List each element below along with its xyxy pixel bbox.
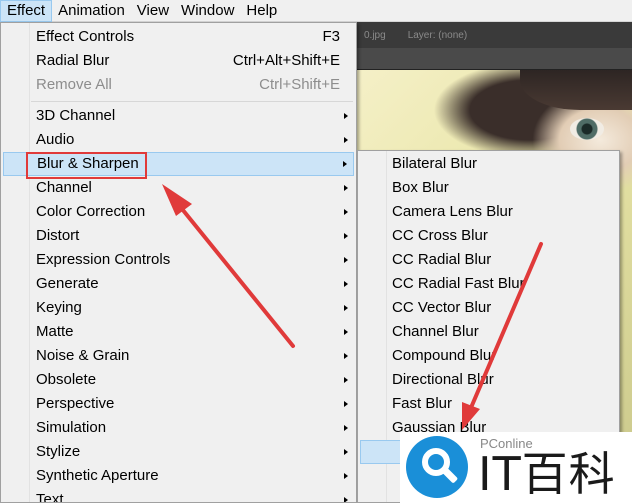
submenu-item-label: CC Vector Blur (392, 299, 492, 316)
submenu-item-box-blur[interactable]: Box Blur (360, 176, 617, 200)
submenu-item-label: Compound Blur (392, 347, 497, 364)
menu-window[interactable]: Window (175, 0, 240, 22)
menu-item-shortcut: Ctrl+Alt+Shift+E (232, 52, 340, 69)
menu-effect[interactable]: Effect (0, 0, 53, 22)
submenu-item-label: CC Radial Fast Blur (392, 275, 525, 292)
submenu-item-camera-lens-blur[interactable]: Camera Lens Blur (360, 200, 617, 224)
menu-item-obsolete[interactable]: Obsolete (3, 368, 354, 392)
menu-item-radial-blur[interactable]: Radial Blur Ctrl+Alt+Shift+E (3, 49, 354, 73)
submenu-item-label: Bilateral Blur (392, 155, 478, 172)
menu-item-label: Distort (36, 227, 80, 244)
layer-label: Layer: (none) (407, 29, 468, 41)
submenu-arrow-icon (343, 161, 347, 167)
submenu-arrow-icon (344, 257, 348, 263)
menu-item-label: Remove All (36, 76, 112, 93)
submenu-item-channel-blur[interactable]: Channel Blur (360, 320, 617, 344)
menu-animation[interactable]: Animation (52, 0, 131, 22)
submenu-arrow-icon (344, 281, 348, 287)
panel-toolbar (350, 48, 632, 70)
submenu-arrow-icon (344, 209, 348, 215)
submenu-arrow-icon (344, 329, 348, 335)
menu-item-matte[interactable]: Matte (3, 320, 354, 344)
menu-item-remove-all: Remove All Ctrl+Shift+E (3, 73, 354, 97)
submenu-arrow-icon (344, 425, 348, 431)
submenu-item-cc-cross-blur[interactable]: CC Cross Blur (360, 224, 617, 248)
submenu-item-label: Box Blur (392, 179, 449, 196)
submenu-item-cc-radial-fast-blur[interactable]: CC Radial Fast Blur (360, 272, 617, 296)
menu-item-label: Channel (36, 179, 92, 196)
effect-menu: Effect Controls F3 Radial Blur Ctrl+Alt+… (0, 22, 357, 503)
submenu-item-label: CC Radial Blur (392, 251, 492, 268)
pconline-logo-icon (406, 436, 468, 498)
submenu-arrow-icon (344, 113, 348, 119)
submenu-arrow-icon (344, 473, 348, 479)
menu-item-label: Color Correction (36, 203, 146, 220)
menu-item-distort[interactable]: Distort (3, 224, 354, 248)
submenu-item-compound-blur[interactable]: Compound Blur (360, 344, 617, 368)
menu-item-shortcut: Ctrl+Shift+E (259, 76, 340, 93)
submenu-arrow-icon (344, 497, 348, 502)
menu-separator (31, 101, 353, 102)
menu-item-expression-controls[interactable]: Expression Controls (3, 248, 354, 272)
menu-item-label: Stylize (36, 443, 81, 460)
menu-item-simulation[interactable]: Simulation (3, 416, 354, 440)
submenu-arrow-icon (344, 353, 348, 359)
submenu-item-cc-radial-blur[interactable]: CC Radial Blur (360, 248, 617, 272)
submenu-item-bilateral-blur[interactable]: Bilateral Blur (360, 152, 617, 176)
menu-item-label: Text (36, 491, 64, 503)
menu-item-label: Expression Controls (36, 251, 171, 268)
menu-item-text[interactable]: Text (3, 488, 354, 503)
menu-item-label: Simulation (36, 419, 107, 436)
menu-item-label: Synthetic Aperture (36, 467, 159, 484)
menu-item-3d-channel[interactable]: 3D Channel (3, 104, 354, 128)
watermark-big-text: IT百科 (478, 447, 616, 501)
menu-item-label: Noise & Grain (36, 347, 130, 364)
menu-item-perspective[interactable]: Perspective (3, 392, 354, 416)
menu-item-audio[interactable]: Audio (3, 128, 354, 152)
menu-item-label: Effect Controls (36, 28, 135, 45)
menu-item-stylize[interactable]: Stylize (3, 440, 354, 464)
submenu-item-label: Channel Blur (392, 323, 479, 340)
menu-item-channel[interactable]: Channel (3, 176, 354, 200)
menu-item-noise-grain[interactable]: Noise & Grain (3, 344, 354, 368)
menu-item-color-correction[interactable]: Color Correction (3, 200, 354, 224)
submenu-item-label: Fast Blur (392, 395, 453, 412)
menu-item-label: Obsolete (36, 371, 97, 388)
submenu-item-cc-vector-blur[interactable]: CC Vector Blur (360, 296, 617, 320)
submenu-arrow-icon (344, 305, 348, 311)
menu-item-label: Audio (36, 131, 75, 148)
menu-item-shortcut: F3 (322, 28, 340, 45)
submenu-arrow-icon (344, 233, 348, 239)
menu-bar: Effect Animation View Window Help (0, 0, 632, 22)
watermark: PConline IT百科 (400, 432, 632, 503)
submenu-item-label: Directional Blur (392, 371, 494, 388)
menu-item-label: Matte (36, 323, 74, 340)
annotation-highlight-box (26, 152, 147, 179)
submenu-arrow-icon (344, 377, 348, 383)
submenu-arrow-icon (344, 185, 348, 191)
submenu-item-fast-blur[interactable]: Fast Blur (360, 392, 617, 416)
submenu-item-label: CC Cross Blur (392, 227, 488, 244)
panel-header: 0.jpg Layer: (none) (350, 22, 632, 48)
menu-item-effect-controls[interactable]: Effect Controls F3 (3, 25, 354, 49)
submenu-arrow-icon (344, 137, 348, 143)
menu-item-synthetic-aperture[interactable]: Synthetic Aperture (3, 464, 354, 488)
menu-item-generate[interactable]: Generate (3, 272, 354, 296)
menu-item-label: Perspective (36, 395, 115, 412)
submenu-arrow-icon (344, 449, 348, 455)
menu-view[interactable]: View (131, 0, 175, 22)
menu-item-label: Radial Blur (36, 52, 110, 69)
menu-item-label: 3D Channel (36, 107, 116, 124)
menu-item-label: Keying (36, 299, 82, 316)
submenu-arrow-icon (344, 401, 348, 407)
menu-item-keying[interactable]: Keying (3, 296, 354, 320)
artwork-eye (570, 118, 604, 140)
submenu-item-directional-blur[interactable]: Directional Blur (360, 368, 617, 392)
menu-help[interactable]: Help (240, 0, 283, 22)
file-tab[interactable]: 0.jpg (364, 30, 386, 41)
menu-item-label: Generate (36, 275, 99, 292)
submenu-item-label: Camera Lens Blur (392, 203, 513, 220)
